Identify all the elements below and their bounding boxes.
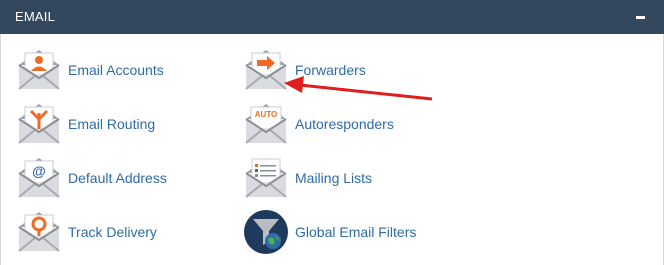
item-label: Email Routing	[68, 116, 156, 132]
forwarders-link[interactable]: Forwarders	[243, 47, 383, 93]
email-panel: EMAIL Email Accounts Forwarders Email Ro…	[0, 0, 664, 265]
global-email-filters-link[interactable]: Global Email Filters	[243, 209, 423, 255]
autoresponders-link[interactable]: AUTO Autoresponders	[243, 101, 403, 147]
autoresponders-icon: AUTO	[245, 104, 287, 144]
email-accounts-link[interactable]: Email Accounts	[16, 47, 176, 93]
email-routing-link[interactable]: Email Routing	[16, 101, 176, 147]
forwarders-icon	[245, 50, 287, 90]
item-label: Forwarders	[295, 62, 366, 78]
panel-header[interactable]: EMAIL	[0, 0, 664, 34]
email-routing-icon	[18, 104, 60, 144]
item-label: Email Accounts	[68, 62, 164, 78]
track-delivery-icon	[18, 212, 60, 252]
default-address-link[interactable]: @ Default Address	[16, 155, 176, 201]
panel-title: EMAIL	[15, 9, 56, 24]
svg-text:@: @	[32, 163, 46, 179]
panel-body: Email Accounts Forwarders Email Routing …	[0, 34, 664, 265]
item-label: Autoresponders	[295, 116, 394, 132]
svg-text:AUTO: AUTO	[255, 110, 278, 119]
mailing-lists-link[interactable]: Mailing Lists	[243, 155, 383, 201]
item-label: Mailing Lists	[295, 170, 373, 186]
track-delivery-link[interactable]: Track Delivery	[16, 209, 176, 255]
email-accounts-icon	[18, 50, 60, 90]
default-address-icon: @	[18, 158, 60, 198]
item-label: Default Address	[68, 170, 167, 186]
global-email-filters-icon	[244, 210, 288, 254]
minus-icon[interactable]	[636, 16, 645, 19]
item-label: Track Delivery	[68, 224, 157, 240]
item-label: Global Email Filters	[295, 224, 417, 240]
mailing-lists-icon	[245, 158, 287, 198]
